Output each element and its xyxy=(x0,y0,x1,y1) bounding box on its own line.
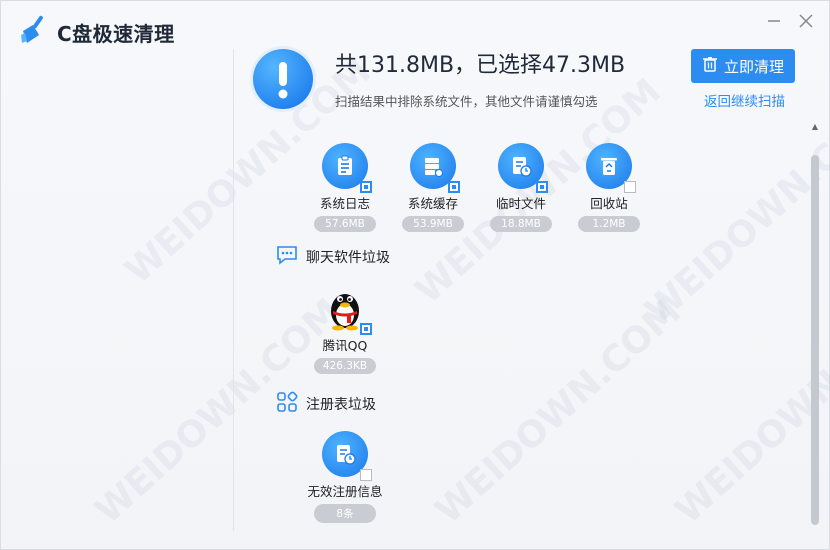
item-checkbox[interactable] xyxy=(536,181,548,193)
server-cloud-icon xyxy=(410,143,460,193)
scroll-thumb[interactable] xyxy=(811,155,819,525)
item-checkbox[interactable] xyxy=(360,469,372,481)
alert-icon xyxy=(253,49,313,109)
close-button[interactable] xyxy=(795,11,817,33)
item-tencent-qq[interactable]: 腾讯QQ 426.3KB xyxy=(305,285,385,374)
broom-logo-icon xyxy=(17,13,51,51)
back-to-scan-link[interactable]: 返回继续扫描 xyxy=(704,90,785,110)
item-size-badge: 426.3KB xyxy=(314,358,376,374)
item-checkbox[interactable] xyxy=(360,181,372,193)
watermark: WEIDOWN.COM xyxy=(667,291,830,532)
item-checkbox[interactable] xyxy=(448,181,460,193)
chat-bubble-icon xyxy=(276,245,298,269)
app-title: C盘极速清理 xyxy=(57,21,175,46)
item-size-badge: 57.6MB xyxy=(314,216,376,232)
item-label: 临时文件 xyxy=(495,196,546,211)
clean-now-button[interactable]: 立即清理 xyxy=(691,49,795,83)
grid-icon xyxy=(276,391,298,417)
sidebar-divider xyxy=(233,49,234,531)
item-invalid-registry[interactable]: 无效注册信息 8条 xyxy=(305,431,385,523)
item-label: 系统缓存 xyxy=(407,196,458,211)
scan-hint: 扫描结果中排除系统文件，其他文件请谨慎勾选 xyxy=(335,94,598,109)
watermark: WEIDOWN.COM xyxy=(427,291,689,532)
section-title: 聊天软件垃圾 xyxy=(306,250,390,266)
scan-summary: 共131.8MB，已选择47.3MB xyxy=(335,53,626,78)
temp-file-clock-icon xyxy=(498,143,548,193)
minimize-icon xyxy=(766,10,782,34)
item-checkbox[interactable] xyxy=(360,323,372,335)
item-size-badge: 8条 xyxy=(314,504,376,523)
minimize-button[interactable] xyxy=(763,11,785,33)
item-system-cache[interactable]: 系统缓存 53.9MB xyxy=(393,143,473,232)
item-label: 系统日志 xyxy=(319,196,370,211)
recycle-bin-icon xyxy=(586,143,636,193)
section-registry-junk: 注册表垃圾 xyxy=(276,391,376,417)
close-icon xyxy=(798,10,814,34)
scroll-up-icon[interactable]: ▲ xyxy=(811,121,819,133)
item-label: 无效注册信息 xyxy=(307,484,383,499)
clean-now-label: 立即清理 xyxy=(723,57,784,76)
app-window: WEIDOWN.COM WEIDOWN.COM WEIDOWN.COM WEID… xyxy=(0,0,830,550)
item-recycle-bin[interactable]: 回收站 1.2MB xyxy=(569,143,649,232)
item-system-log[interactable]: 系统日志 57.6MB xyxy=(305,143,385,232)
item-label: 回收站 xyxy=(590,196,628,211)
watermark: WEIDOWN.COM xyxy=(637,91,830,332)
document-list-icon xyxy=(322,143,372,193)
item-checkbox[interactable] xyxy=(624,181,636,193)
item-size-badge: 18.8MB xyxy=(490,216,552,232)
section-chat-junk: 聊天软件垃圾 xyxy=(276,245,390,269)
qq-penguin-icon xyxy=(322,285,372,335)
scrollbar[interactable]: ▲ xyxy=(811,121,819,531)
registry-file-icon xyxy=(322,431,372,481)
trash-icon xyxy=(702,56,718,76)
app-brand: C盘极速清理 xyxy=(17,13,175,51)
item-size-badge: 53.9MB xyxy=(402,216,464,232)
item-temp-files[interactable]: 临时文件 18.8MB xyxy=(481,143,561,232)
item-size-badge: 1.2MB xyxy=(578,216,640,232)
item-label: 腾讯QQ xyxy=(322,338,368,353)
section-title: 注册表垃圾 xyxy=(306,397,376,413)
